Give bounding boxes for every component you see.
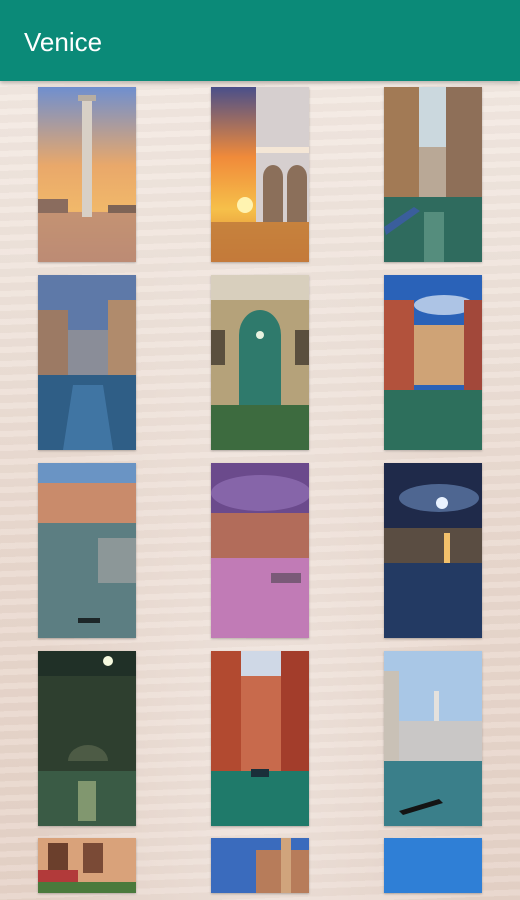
- canal-boats-image: [384, 87, 482, 262]
- purple-sky-canal-thumbnail[interactable]: [211, 463, 309, 638]
- gondola-canal-thumbnail[interactable]: [384, 651, 482, 826]
- green-door-thumbnail[interactable]: [211, 275, 309, 450]
- campanile-sunset-thumbnail[interactable]: [38, 87, 136, 262]
- gondola-canal-image: [384, 651, 482, 826]
- canal-boats-thumbnail[interactable]: [384, 87, 482, 262]
- doges-palace-sunset-thumbnail[interactable]: [211, 87, 309, 262]
- moonlit-canal-thumbnail[interactable]: [384, 463, 482, 638]
- image-grid: [0, 0, 520, 900]
- night-bridge-thumbnail[interactable]: [38, 651, 136, 826]
- blue-sky-image: [384, 838, 482, 893]
- blue-sky-canal-image: [384, 275, 482, 450]
- night-bridge-image: [38, 651, 136, 826]
- grand-canal-thumbnail[interactable]: [38, 463, 136, 638]
- campanile-sunset-image: [38, 87, 136, 262]
- doges-palace-sunset-image: [211, 87, 309, 262]
- blue-sky-thumbnail[interactable]: [384, 838, 482, 893]
- app-title: Venice: [24, 27, 103, 57]
- flower-balcony-thumbnail[interactable]: [38, 838, 136, 893]
- canal-reflection-thumbnail[interactable]: [38, 275, 136, 450]
- moonlit-canal-image: [384, 463, 482, 638]
- canal-reflection-image: [38, 275, 136, 450]
- grand-canal-image: [38, 463, 136, 638]
- purple-sky-canal-image: [211, 463, 309, 638]
- red-houses-canal-image: [211, 651, 309, 826]
- red-houses-canal-thumbnail[interactable]: [211, 651, 309, 826]
- app-bar: Venice: [0, 0, 520, 81]
- flower-balcony-image: [38, 838, 136, 893]
- rooftops-image: [211, 838, 309, 893]
- green-door-image: [211, 275, 309, 450]
- blue-sky-canal-thumbnail[interactable]: [384, 275, 482, 450]
- rooftops-thumbnail[interactable]: [211, 838, 309, 893]
